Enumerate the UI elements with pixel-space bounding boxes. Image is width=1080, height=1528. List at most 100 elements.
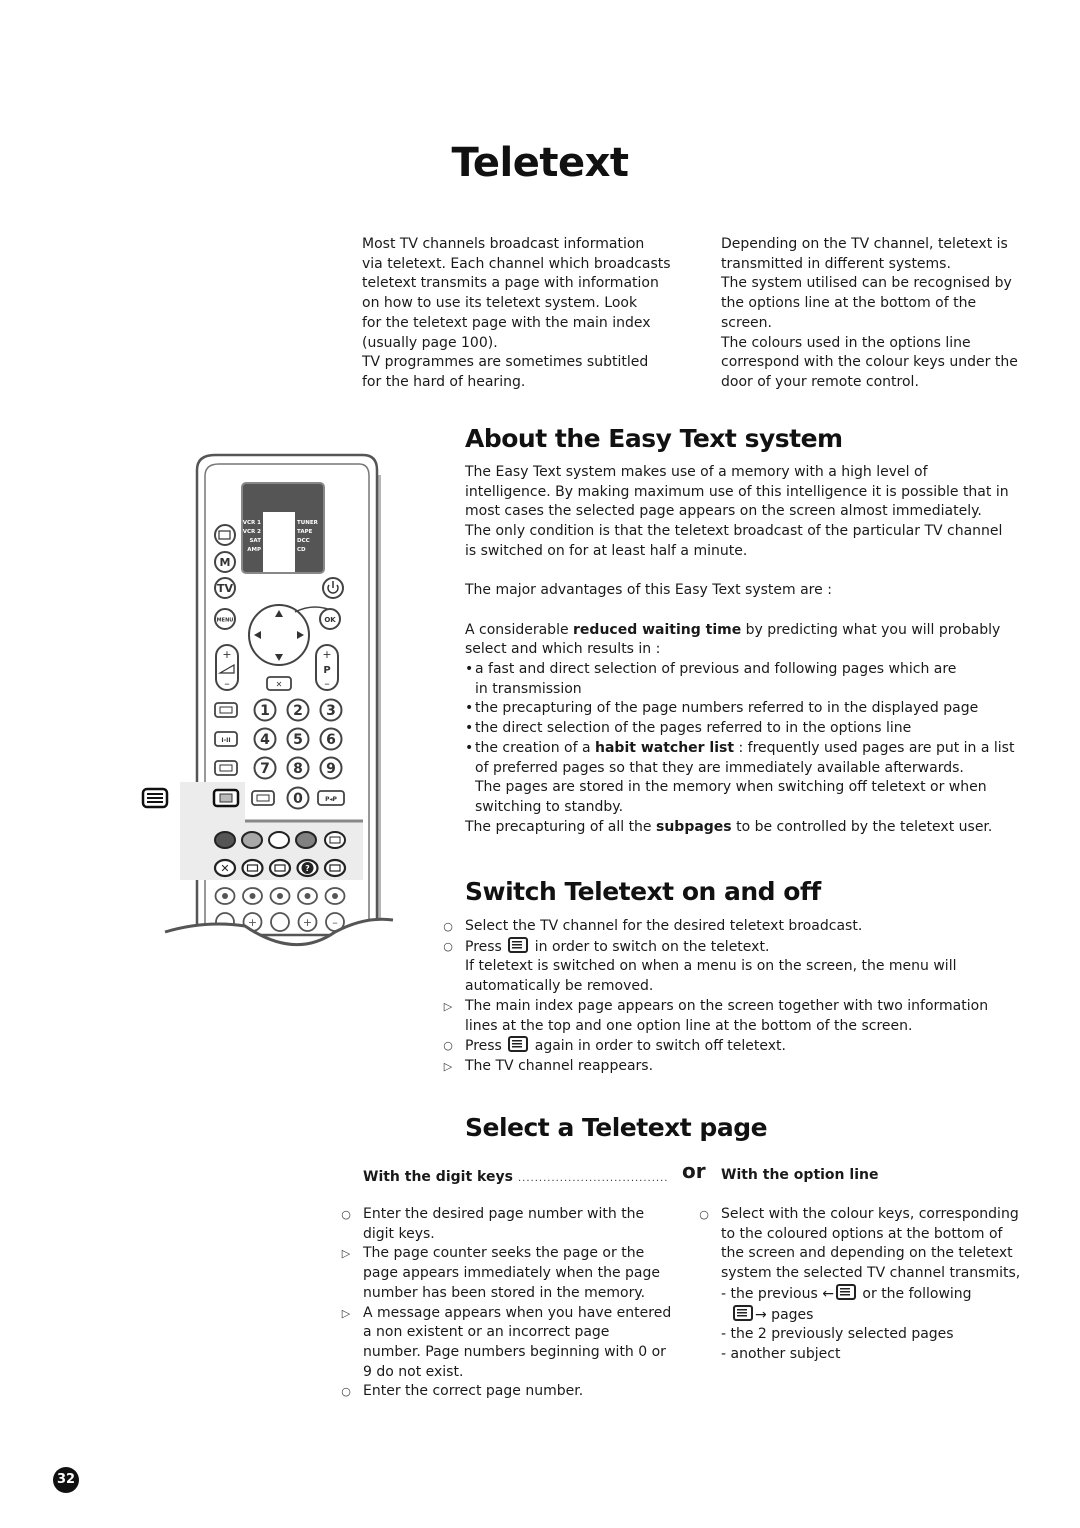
bold-term: subpages — [656, 818, 732, 835]
arrow-left-icon: ← — [822, 1285, 834, 1302]
enlarge-button[interactable] — [241, 858, 264, 878]
digit-key[interactable]: 2 — [286, 698, 310, 722]
input-button[interactable] — [251, 790, 275, 806]
display-label: SAT — [249, 538, 261, 544]
source-button[interactable] — [214, 524, 236, 546]
digit-key[interactable]: 1 — [253, 698, 277, 722]
step-item: ▷ The page counter seeks the page or the — [339, 1244, 679, 1264]
step-continuation: the screen and depending on the teletext — [721, 1245, 1013, 1262]
mute-icon: ✕ — [276, 680, 283, 689]
display-label: DCC — [297, 538, 310, 544]
result-item: ▷ The main index page appears on the scre… — [441, 997, 1041, 1017]
easy-text-section: The Easy Text system makes use of a memo… — [465, 463, 1045, 837]
program-rocker[interactable]: + P – — [315, 644, 339, 691]
easy-text-line: The Easy Text system makes use of a memo… — [465, 464, 928, 480]
swap-button[interactable]: P◂P — [317, 790, 345, 806]
teletext-key-callout-icon — [141, 787, 169, 809]
bullet-text: the direct selection of the pages referr… — [475, 720, 912, 737]
result-marker-icon: ▷ — [341, 1306, 351, 1320]
reveal-icon: ? — [305, 864, 310, 873]
intro-line: on how to use its teletext system. Look — [362, 295, 638, 312]
step-text: 9 do not exist. — [363, 1363, 464, 1380]
fast-forward-button[interactable] — [297, 887, 318, 905]
swap-label: P◂P — [325, 796, 337, 803]
teletext-icon — [733, 1304, 753, 1321]
subtitle-button[interactable] — [214, 760, 238, 776]
center-button[interactable] — [270, 912, 290, 932]
dual-button[interactable]: I-II — [214, 731, 238, 747]
result-text: The TV channel reappears. — [465, 1057, 654, 1074]
bullet-dot: • — [465, 720, 474, 737]
step-text: pages — [766, 1306, 814, 1323]
step-text: number. Page numbers beginning with 0 or — [363, 1343, 666, 1360]
mute-button[interactable]: ✕ — [266, 676, 292, 691]
easy-text-line: intelligence. By making maximum use of t… — [465, 483, 1009, 500]
digit-key[interactable]: 7 — [253, 756, 277, 780]
step-marker-icon: ○ — [341, 1385, 351, 1399]
reveal-button[interactable]: ? — [296, 858, 319, 878]
or-separator: or — [682, 1159, 706, 1183]
step-continuation: If teletext is switched on when a menu i… — [465, 958, 957, 975]
intro-right-column: Depending on the TV channel, teletext is… — [721, 235, 1051, 393]
colour-key[interactable] — [268, 831, 290, 849]
bullet-text: a fast and direct selection of previous … — [475, 661, 957, 677]
play-button[interactable] — [269, 887, 291, 905]
step-continuation: number. Page numbers beginning with 0 or — [339, 1343, 679, 1363]
digit-key[interactable]: 6 — [319, 727, 343, 751]
page-number-badge: 32 — [53, 1467, 79, 1493]
digit-key[interactable]: 4 — [253, 727, 277, 751]
menu-button[interactable]: MENU — [214, 608, 236, 630]
rewind-button[interactable] — [242, 887, 263, 905]
digit-keys-subheading: With the digit keys ....................… — [363, 1166, 673, 1185]
intro-line: screen. — [721, 314, 772, 331]
width-minus-button[interactable]: + — [297, 912, 318, 932]
standby-button[interactable] — [324, 887, 346, 905]
intro-line: correspond with the colour keys under th… — [721, 354, 1018, 371]
digit-label: 6 — [326, 732, 336, 748]
volume-rocker[interactable]: + – — [215, 644, 239, 691]
media-icon — [277, 893, 283, 899]
step-item: ▷ A message appears when you have entered — [339, 1304, 679, 1324]
bullet-item: • the creation of a habit watcher list : … — [465, 739, 1045, 759]
display-label: VCR 2 — [243, 529, 261, 535]
stop-button[interactable] — [214, 887, 236, 905]
step-marker-icon: ○ — [443, 1039, 453, 1053]
option-previous-pages: - the 2 previously selected pages — [721, 1326, 954, 1343]
intro-line: the options line at the bottom of the — [721, 295, 977, 312]
bullet-item: • the precapturing of the page numbers re… — [465, 699, 1045, 719]
digit-key[interactable]: 3 — [319, 698, 343, 722]
format-button[interactable] — [214, 702, 238, 718]
m-button[interactable]: M — [214, 551, 236, 573]
colour-key[interactable] — [214, 831, 236, 849]
index-button[interactable] — [324, 831, 346, 849]
digit-key[interactable]: 9 — [319, 756, 343, 780]
intro-left-column: Most TV channels broadcast information v… — [362, 235, 682, 393]
colour-key[interactable] — [241, 831, 263, 849]
cancel-button[interactable]: ✕ — [213, 858, 237, 878]
step-item: ○ Select the TV channel for the desired t… — [441, 917, 1041, 937]
switch-heading: Switch Teletext on and off — [465, 877, 821, 906]
step-text: - the previous — [721, 1285, 823, 1302]
ok-button[interactable]: OK — [319, 608, 341, 630]
power-button[interactable] — [322, 577, 344, 599]
volume-minus-label: – — [224, 677, 230, 690]
bullet-text: the creation of a — [475, 739, 596, 756]
tv-button[interactable]: TV — [214, 577, 236, 599]
digit-key[interactable]: 5 — [286, 727, 310, 751]
digit-key[interactable]: 0 — [286, 786, 310, 810]
leader-dots: .................................... — [518, 1173, 669, 1184]
digit-key[interactable]: 8 — [286, 756, 310, 780]
easy-text-line: is switched on for at least half a minut… — [465, 542, 748, 559]
mix-button[interactable] — [323, 858, 347, 878]
easy-text-heading: About the Easy Text system — [465, 424, 843, 453]
resize-button[interactable] — [268, 858, 292, 878]
intro-line: TV programmes are sometimes subtitled — [362, 354, 649, 371]
program-plus-label: + — [322, 648, 331, 661]
waiting-time-line-2: select and which results in : — [465, 641, 661, 658]
bullet-item: • the direct selection of the pages refer… — [465, 719, 1045, 739]
teletext-button[interactable] — [212, 788, 240, 808]
colour-key[interactable] — [295, 831, 317, 849]
easy-text-line: most cases the selected page appears on … — [465, 503, 982, 520]
bullet-continuation: The pages are stored in the memory when … — [475, 779, 987, 796]
option-line-subheading: With the option line — [721, 1167, 879, 1183]
